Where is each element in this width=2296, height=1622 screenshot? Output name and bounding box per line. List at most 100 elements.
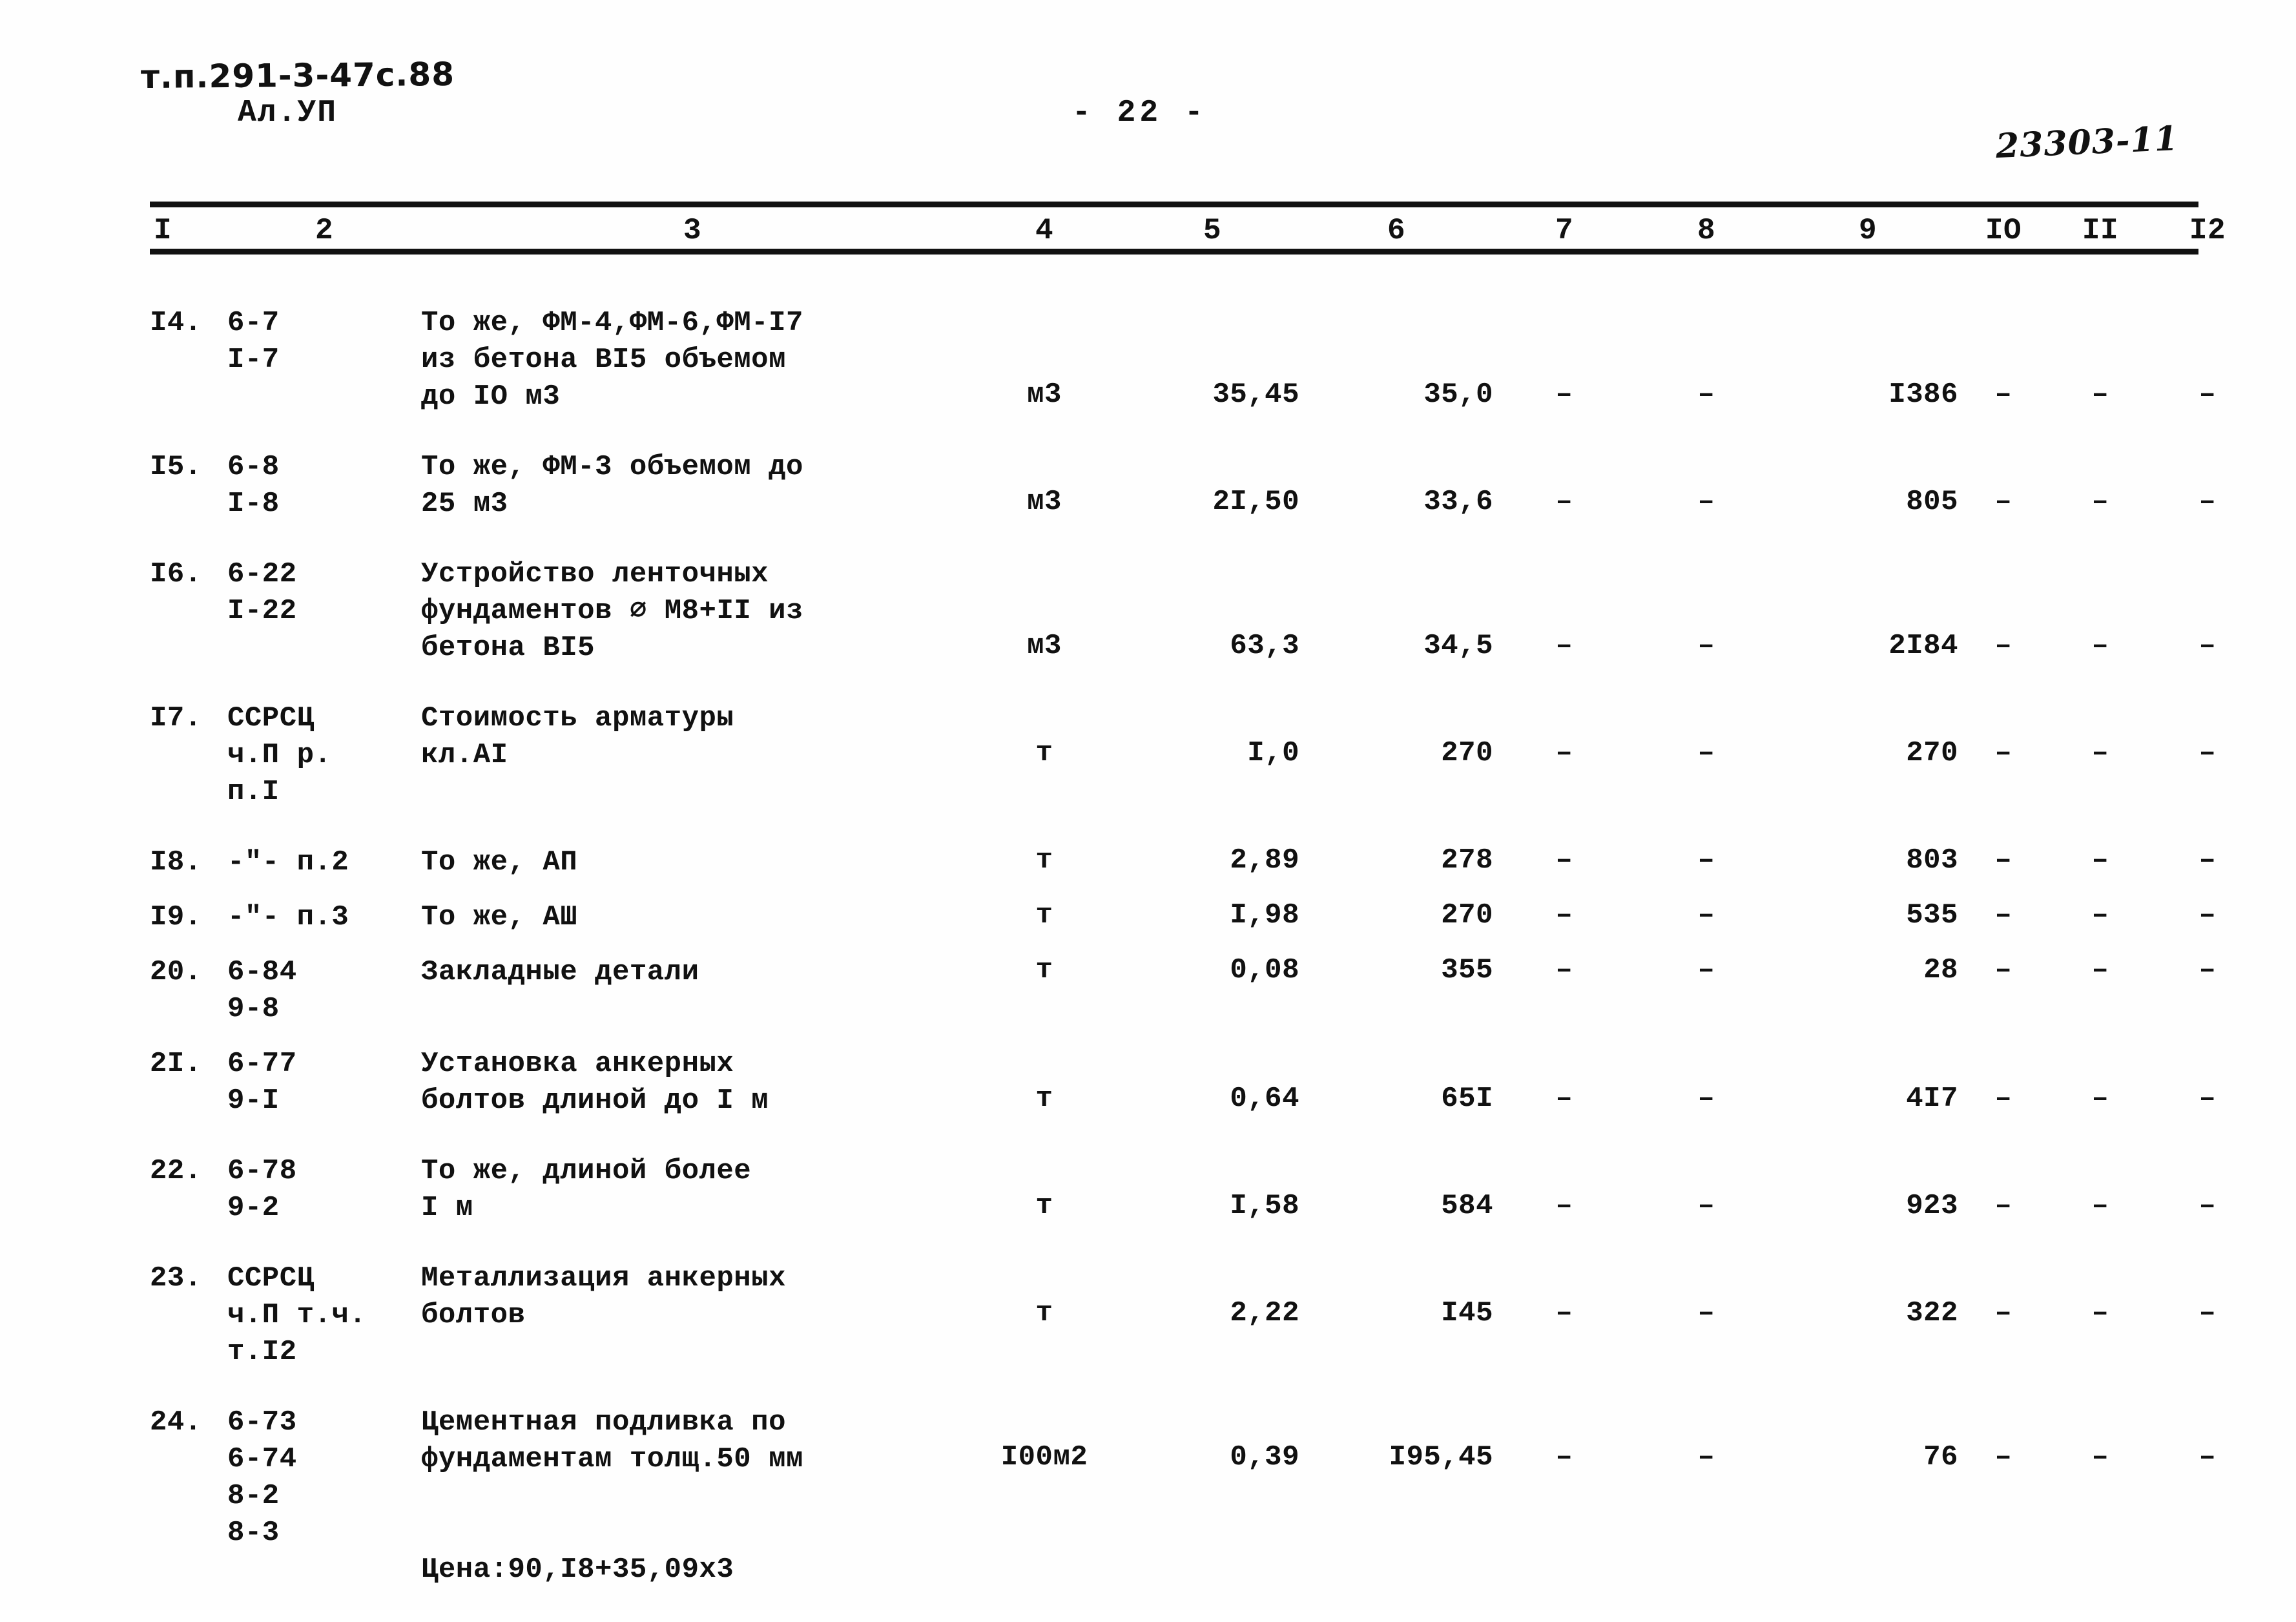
row-gap [150,1227,2263,1260]
row-col12-value: – [2198,844,2217,877]
baseline-spacer [1125,1046,1299,1083]
row-col5: 2,22 [1125,1260,1299,1371]
row-col10: – [1958,1404,2049,1552]
baseline-spacer [1958,1046,2049,1083]
column-header-4: 4 [1035,214,1054,247]
row-col10: – [1958,449,2049,523]
row-justification: 6-8 I-8 [227,451,280,520]
row-description: То же, АШ [421,901,578,933]
row-col5: I,58 [1125,1153,1299,1227]
baseline-spacer [964,700,1125,737]
baseline-spacer [1299,556,1493,630]
baseline-spacer [2152,700,2263,737]
table-row: I8. -"- п.2 То же, АП т 2,89 278 – – 803 – – – [150,844,2263,881]
row-unit-value: т [1035,844,1053,877]
row-col7-value: – [1555,954,1573,986]
row-col7: – [1493,1404,1635,1552]
row-col11-value: – [2091,844,2109,877]
row-gap [150,253,2263,305]
baseline-spacer [1125,556,1299,630]
row-col8-value: – [1697,379,1715,411]
table-row: 20. 6-84 9-8 Закладные детали т 0,08 355 – – 28 –… [150,954,2263,1028]
row-number: 23. [150,1262,202,1294]
row-gap [150,1119,2263,1153]
row-col11-value: – [2091,1297,2109,1329]
baseline-spacer [1777,700,1958,737]
row-number: I9. [150,901,202,933]
row-col5: I,0 [1125,700,1299,811]
row-col10-value: – [1994,954,2012,986]
row-col6: 34,5 [1299,556,1493,667]
baseline-spacer [1493,556,1635,630]
row-col5: 0,39 [1125,1404,1299,1552]
row-col7: – [1493,449,1635,523]
row-col8-value: – [1697,630,1715,662]
baseline-spacer [1958,700,2049,737]
row-col6-value: 34,5 [1423,630,1493,662]
row-col7: – [1493,305,1635,415]
row-col12-value: – [2198,1190,2217,1222]
baseline-spacer [1125,1260,1299,1297]
price-note-row: Цена:90,I8+35,09х3 [150,1552,2263,1588]
row-unit-value: т [1035,737,1053,769]
row-unit-value: м3 [1027,379,1062,411]
row-col10-value: – [1994,379,2012,411]
row-col8-value: – [1697,1297,1715,1329]
row-gap [150,811,2263,844]
baseline-spacer [2049,700,2152,737]
table-row: I6. 6-22 I-22 Устройство ленточных фундаме… [150,556,2263,667]
row-col9-value: 76 [1923,1441,1958,1473]
baseline-spacer [1493,1046,1635,1083]
row-col12: – [2152,1153,2263,1227]
row-description: Закладные детали [421,956,699,988]
baseline-spacer [1299,305,1493,379]
row-justification: -"- п.3 [227,901,349,933]
row-col7: – [1493,954,1635,1028]
row-description: Устройство ленточных фундаментов ⌀ М8+II… [421,558,803,664]
baseline-spacer [1635,1404,1777,1441]
row-col11-value: – [2091,1083,2109,1115]
row-col8-value: – [1697,899,1715,931]
column-header-II: II [2082,214,2119,247]
baseline-spacer [1777,1404,1958,1441]
row-col7: – [1493,899,1635,936]
row-col6: I45 [1299,1260,1493,1371]
row-col6-value: I45 [1441,1297,1493,1329]
row-col8: – [1635,1260,1777,1371]
row-col12-value: – [2198,1297,2217,1329]
row-col7-value: – [1555,737,1573,769]
row-description: Металлизация анкерных болтов [421,1262,786,1331]
row-col7-value: – [1555,1441,1573,1473]
row-col7: – [1493,1153,1635,1227]
row-col6: 65I [1299,1046,1493,1119]
row-col12: – [2152,899,2263,936]
row-description: То же, длиной более I м [421,1155,752,1224]
table-header-row: I 2 3 4 5 6 7 8 9 IO II I2 [150,208,2263,253]
row-gap [150,881,2263,899]
row-col5: 2,89 [1125,844,1299,881]
row-col10-value: – [1994,486,2012,518]
baseline-spacer [964,305,1125,379]
row-justification: 6-22 I-22 [227,558,297,627]
row-col11: – [2049,449,2152,523]
baseline-spacer [1958,449,2049,486]
row-justification: 6-78 9-2 [227,1155,297,1224]
row-col11-value: – [2091,486,2109,518]
row-col8-value: – [1697,737,1715,769]
row-description: Стоимость арматуры кл.AI [421,702,734,771]
row-col7-value: – [1555,1190,1573,1222]
row-col10: – [1958,1046,2049,1119]
baseline-spacer [964,1404,1125,1441]
row-col10: – [1958,1153,2049,1227]
baseline-spacer [1777,556,1958,630]
row-col7-value: – [1555,1297,1573,1329]
row-col8: – [1635,449,1777,523]
row-col10-value: – [1994,1083,2012,1115]
row-number: I7. [150,702,202,734]
row-col12-value: – [2198,737,2217,769]
row-col7-value: – [1555,486,1573,518]
baseline-spacer [1493,1404,1635,1441]
row-col9: 28 [1777,954,1958,1028]
row-gap [150,1028,2263,1046]
table-spacer [150,0,2263,208]
